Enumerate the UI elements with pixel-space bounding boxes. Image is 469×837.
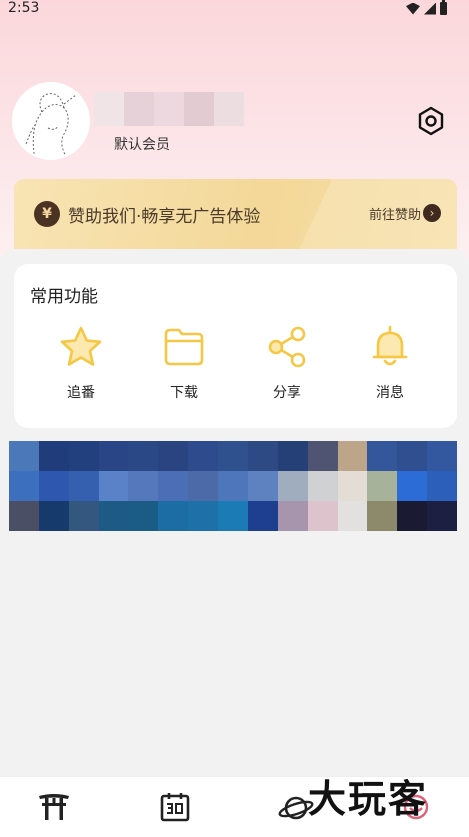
ad-banner-pixelated[interactable] — [9, 441, 457, 541]
chevron-right-icon[interactable]: › — [423, 204, 441, 222]
sponsor-text: 赞助我们·畅享无广告体验 — [68, 207, 261, 227]
sponsor-link[interactable]: 前往赞助 — [369, 204, 421, 223]
avatar[interactable] — [14, 84, 88, 158]
section-title: 常用功能 — [30, 287, 98, 307]
watermark-text: 大玩客 — [308, 777, 429, 821]
nav-home[interactable] — [34, 791, 74, 827]
wifi-icon — [406, 2, 420, 15]
function-messages[interactable]: 消息 — [350, 324, 430, 414]
status-icons — [406, 0, 447, 15]
common-functions-card: 常用功能 追番 下载 分享 消息 — [14, 264, 457, 428]
function-follow-anime[interactable]: 追番 — [41, 324, 121, 414]
share-icon — [268, 326, 306, 368]
settings-button[interactable] — [414, 104, 448, 138]
nav-schedule[interactable] — [155, 791, 195, 827]
function-label: 消息 — [376, 385, 404, 401]
bell-icon — [372, 325, 408, 366]
signal-icon — [424, 2, 436, 15]
function-share[interactable]: 分享 — [247, 324, 327, 414]
star-icon — [60, 326, 102, 366]
folder-icon — [164, 328, 204, 366]
status-bar: 2:53 — [0, 0, 469, 18]
username-blurred — [94, 92, 244, 126]
yen-icon: ¥ — [34, 201, 60, 227]
battery-icon — [440, 0, 447, 15]
function-label: 追番 — [67, 385, 95, 401]
settings-hexagon-icon — [418, 106, 444, 136]
status-time: 2:53 — [8, 0, 40, 16]
calendar-icon — [160, 793, 190, 822]
function-label: 下载 — [170, 385, 198, 401]
function-download[interactable]: 下载 — [144, 324, 224, 414]
member-level-label: 默认会员 — [114, 137, 170, 153]
function-label: 分享 — [273, 385, 301, 401]
torii-icon — [39, 794, 69, 820]
sponsor-banner[interactable]: ¥ 赞助我们·畅享无广告体验 前往赞助 › — [14, 179, 457, 249]
